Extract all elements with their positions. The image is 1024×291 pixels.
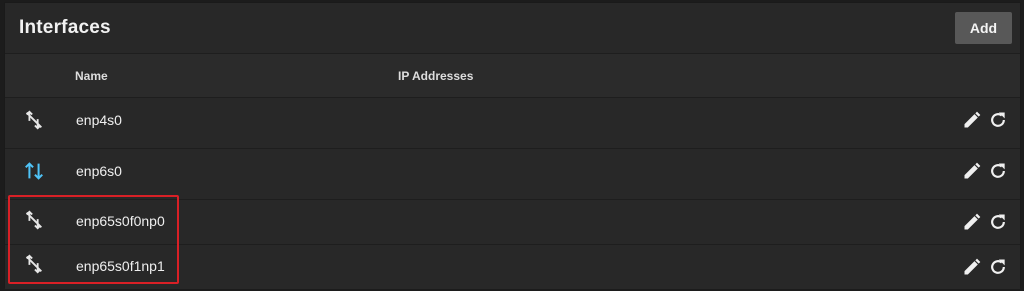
column-header-ip-addresses: IP Addresses	[398, 69, 474, 83]
table-row[interactable]: enp65s0f1np1	[5, 245, 1020, 289]
link-down-icon	[26, 210, 42, 230]
pencil-icon[interactable]	[962, 110, 982, 130]
interface-name: enp65s0f0np0	[76, 213, 165, 229]
table-row[interactable]: enp6s0	[5, 149, 1020, 200]
refresh-icon[interactable]	[988, 212, 1008, 232]
card-header: Interfaces Add	[5, 3, 1020, 54]
link-down-icon	[26, 110, 42, 130]
interface-name: enp4s0	[76, 112, 122, 128]
pencil-icon[interactable]	[962, 161, 982, 181]
link-down-icon	[26, 254, 42, 274]
table-row[interactable]: enp4s0	[5, 98, 1020, 149]
add-button[interactable]: Add	[955, 12, 1012, 44]
column-header-name: Name	[75, 69, 108, 83]
refresh-icon[interactable]	[988, 110, 1008, 130]
table-row[interactable]: enp65s0f0np0	[5, 200, 1020, 245]
refresh-icon[interactable]	[988, 257, 1008, 277]
interface-name: enp65s0f1np1	[76, 258, 165, 274]
link-up-icon	[25, 162, 43, 180]
pencil-icon[interactable]	[962, 212, 982, 232]
table-header: Name IP Addresses	[5, 54, 1020, 98]
refresh-icon[interactable]	[988, 161, 1008, 181]
card-title: Interfaces	[19, 17, 111, 38]
interfaces-card: Interfaces Add Name IP Addresses enp4s0 …	[4, 2, 1021, 289]
interface-name: enp6s0	[76, 163, 122, 179]
pencil-icon[interactable]	[962, 257, 982, 277]
